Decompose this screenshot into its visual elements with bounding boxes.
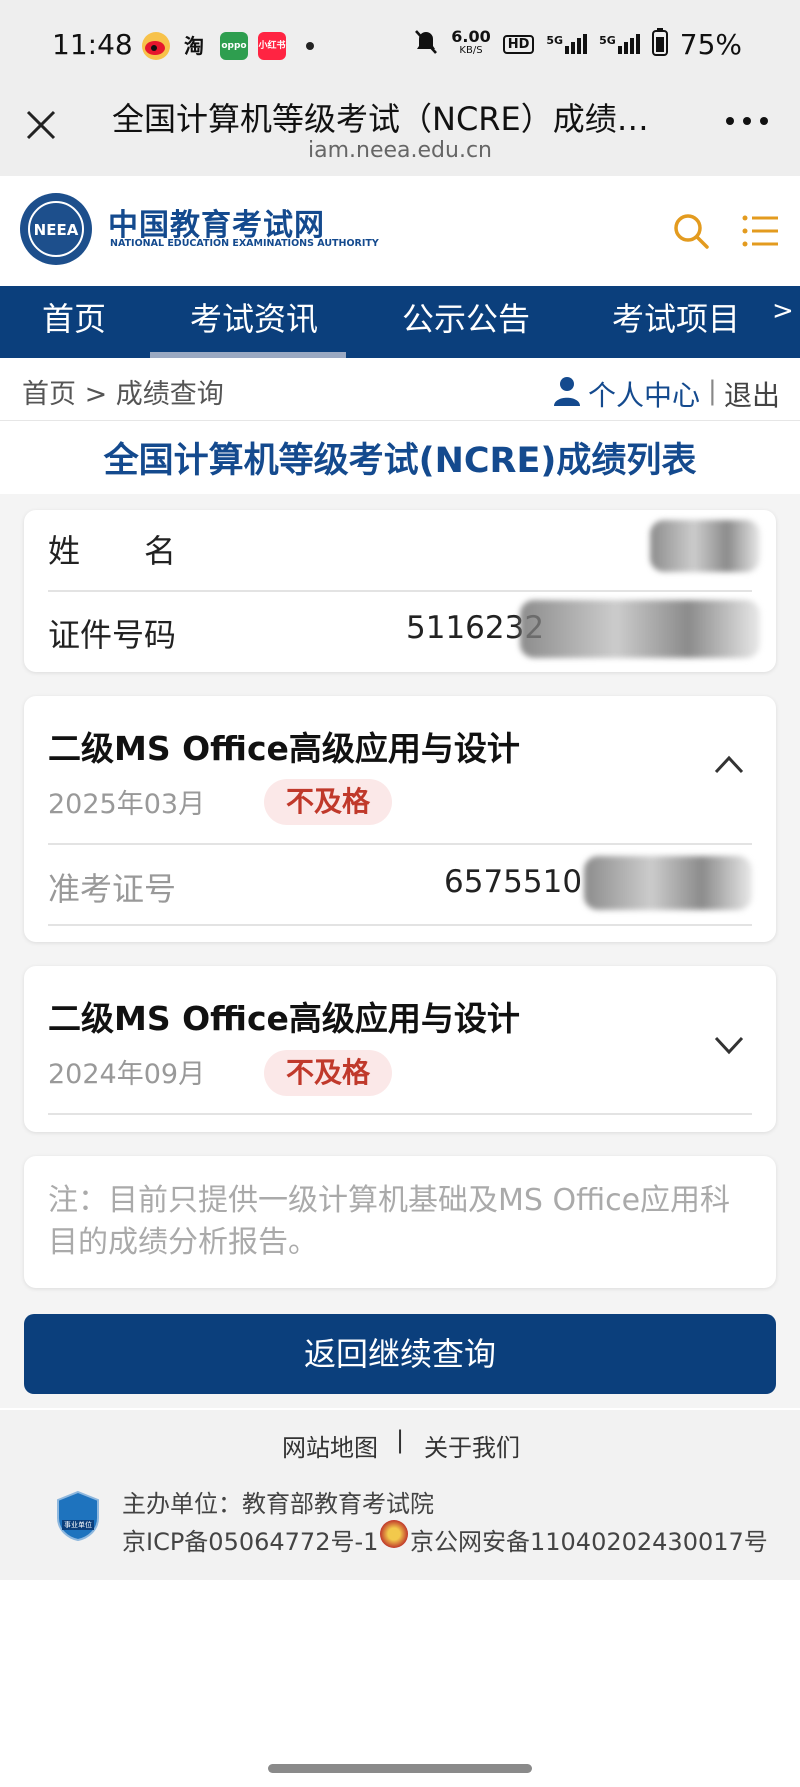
ticket-number-value: 6575510 xyxy=(444,864,583,900)
ticket-number-label: 准考证号 xyxy=(48,870,177,908)
oppo-icon: oppo xyxy=(220,32,248,60)
footer-separator: | xyxy=(396,1426,405,1454)
signal-2-icon: 5G xyxy=(599,34,640,54)
exam-divider xyxy=(48,1113,752,1115)
fail-badge: 不及格 xyxy=(264,1050,393,1096)
exam-title: 二级MS Office高级应用与设计 xyxy=(48,729,520,768)
exam-card-collapsed[interactable] xyxy=(24,966,776,1132)
exam-title: 二级MS Office高级应用与设计 xyxy=(48,999,520,1038)
nav-scroll-right[interactable]: > xyxy=(772,296,794,326)
name-label: 姓 名 xyxy=(48,532,177,570)
identity-divider xyxy=(48,590,752,592)
icp-license[interactable]: 京ICP备05064772号-1 xyxy=(122,1522,378,1557)
divider xyxy=(0,420,800,421)
site-name-en: NATIONAL EDUCATION EXAMINATIONS AUTHORIT… xyxy=(110,238,379,249)
browser-page-title: 全国计算机等级考试（NCRE）成绩… xyxy=(112,100,649,138)
xiaohongshu-icon: 小红书 xyxy=(258,32,286,60)
user-icon xyxy=(554,376,580,406)
nav-item-announcements[interactable]: 公示公告 xyxy=(402,286,530,350)
user-links-separator: | xyxy=(708,376,717,406)
nav-active-indicator xyxy=(150,352,346,358)
nav-item-exam-news[interactable]: 考试资讯 xyxy=(190,286,318,350)
signal-1-label: 5G xyxy=(546,34,564,47)
close-icon[interactable] xyxy=(24,108,58,142)
id-number-redacted xyxy=(520,600,760,658)
signal-2-label: 5G xyxy=(599,34,616,47)
personal-center-link[interactable]: 个人中心 xyxy=(588,374,700,414)
search-icon[interactable] xyxy=(672,212,710,250)
nav-item-home[interactable]: 首页 xyxy=(42,286,106,350)
status-time: 11:48 xyxy=(52,28,133,61)
net-speed: 6.00 KB/S xyxy=(451,27,491,58)
nav-item-exam-projects[interactable]: 考试项目 xyxy=(612,286,740,350)
sitemap-link[interactable]: 网站地图 xyxy=(282,1428,378,1463)
home-indicator[interactable] xyxy=(268,1764,532,1773)
public-security-record[interactable]: 京公网安备11040202430017号 xyxy=(410,1522,768,1557)
ticket-number-redacted xyxy=(584,856,752,910)
net-speed-value: 6.00 xyxy=(451,27,491,46)
id-number-label: 证件号码 xyxy=(48,616,177,654)
status-right-group: 6.00 KB/S HD 5G 5G 75% xyxy=(413,26,800,62)
note-text: 注：目前只提供一级计算机基础及MS Office应用科目的成绩分析报告。 xyxy=(48,1183,731,1260)
chevron-down-icon[interactable] xyxy=(714,1036,744,1056)
notification-dot xyxy=(306,42,314,50)
battery-percent: 75% xyxy=(679,27,742,61)
back-to-query-button[interactable]: 返回继续查询 xyxy=(24,1314,776,1394)
host-organization: 主办单位：教育部教育考试院 xyxy=(122,1490,434,1518)
exam-date: 2025年03月 xyxy=(48,789,206,820)
page-title: 全国计算机等级考试(NCRE)成绩列表 xyxy=(103,441,697,481)
signal-icon: 5G xyxy=(546,34,588,54)
more-menu-icon[interactable] xyxy=(722,108,778,138)
logout-link[interactable]: 退出 xyxy=(724,374,780,414)
net-speed-unit: KB/S xyxy=(459,45,483,56)
breadcrumb[interactable]: 首页 > 成绩查询 xyxy=(22,372,224,411)
exam-bottom-divider xyxy=(48,924,752,926)
menu-list-icon[interactable] xyxy=(742,214,778,248)
police-badge-icon xyxy=(380,1520,408,1548)
weibo-icon xyxy=(142,32,170,60)
neea-logo-text: NEEA xyxy=(33,221,79,239)
fail-badge: 不及格 xyxy=(264,779,393,825)
battery-icon xyxy=(651,28,668,60)
about-us-link[interactable]: 关于我们 xyxy=(424,1428,520,1463)
mute-icon xyxy=(413,28,439,60)
hd-icon: HD xyxy=(502,34,535,54)
name-value-redacted xyxy=(650,520,760,572)
taobao-icon: 淘 xyxy=(184,34,204,58)
institution-badge-icon[interactable]: 事业单位 xyxy=(56,1490,100,1542)
exam-date: 2024年09月 xyxy=(48,1059,206,1090)
browser-url: iam.neea.edu.cn xyxy=(308,138,492,163)
exam-divider xyxy=(48,843,752,845)
institution-badge-text: 事业单位 xyxy=(64,1521,92,1529)
chevron-up-icon[interactable] xyxy=(714,754,744,774)
